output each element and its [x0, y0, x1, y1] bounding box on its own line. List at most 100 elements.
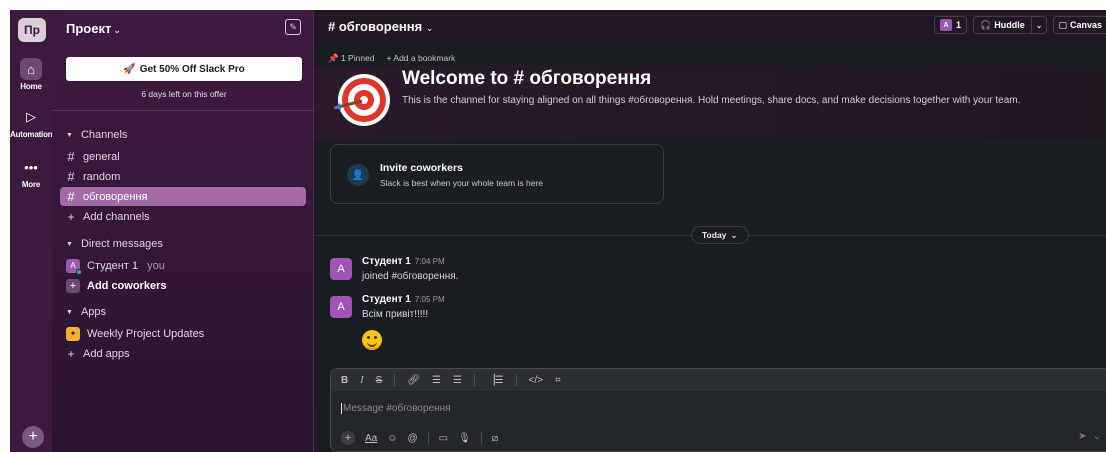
message-time[interactable]: 7:05 PM: [415, 295, 445, 304]
add-channels-button[interactable]: + Add channels: [60, 207, 306, 226]
send-icon[interactable]: ➤: [1078, 431, 1086, 442]
add-apps-button[interactable]: + Add apps: [60, 344, 306, 363]
message-time[interactable]: 7:04 PM: [415, 257, 445, 266]
rail-more[interactable]: ••• More: [10, 156, 52, 190]
target-icon: [333, 74, 390, 126]
date-divider-label: Today: [702, 230, 727, 240]
rail-automations-label: Automations: [10, 130, 57, 139]
caret-down-icon: ▼: [66, 240, 73, 248]
strikethrough-button[interactable]: S: [376, 375, 383, 386]
slack-app: Пр ⌂ Home ▷ Automations ••• More + Проек…: [10, 10, 1106, 452]
caret-down-icon: ▼: [66, 131, 73, 139]
microphone-icon[interactable]: 🎙︎: [458, 433, 471, 444]
message-author: Студент 1 7:04 PM: [362, 256, 445, 267]
toolbar-separator: [480, 432, 482, 444]
shortcuts-icon[interactable]: ⧄: [492, 433, 498, 444]
avatar: A: [940, 19, 953, 31]
dm-header: Direct messages: [80, 238, 163, 250]
sidebar-item-weekly-updates[interactable]: ✦ Weekly Project Updates: [60, 324, 306, 343]
add-apps-label: Add apps: [83, 347, 130, 360]
dm-section-toggle[interactable]: ▼ Direct messages: [66, 238, 163, 250]
bold-button[interactable]: B: [341, 375, 348, 386]
apps-header: Apps: [80, 306, 107, 318]
emoji-icon[interactable]: ☺: [387, 433, 397, 444]
pin-icon: 📌: [328, 53, 339, 63]
date-divider-button[interactable]: Today ⌄: [691, 226, 749, 244]
mention-icon[interactable]: @: [407, 433, 417, 444]
invite-coworkers-card[interactable]: 👤 Invite coworkers Slack is best when yo…: [330, 144, 664, 204]
canvas-button[interactable]: ▢ Canvas: [1053, 16, 1106, 34]
workspace-name: Проект: [66, 21, 112, 36]
apps-section-toggle[interactable]: ▼ Apps: [66, 306, 106, 318]
video-icon[interactable]: ▭: [439, 433, 448, 444]
code-block-icon[interactable]: ⌗: [555, 375, 561, 386]
app-item-label: Weekly Project Updates: [87, 327, 205, 340]
workspace-name-button[interactable]: Проект ⌄: [66, 21, 121, 36]
workspace-rail: Пр ⌂ Home ▷ Automations ••• More +: [10, 10, 57, 452]
avatar[interactable]: A: [330, 258, 352, 280]
plus-icon: +: [66, 278, 80, 293]
toolbar-separator: [473, 374, 475, 386]
add-channels-label: Add channels: [83, 210, 150, 223]
chevron-down-icon: ⌄: [425, 23, 434, 33]
rail-automations[interactable]: ▷ Automations: [10, 106, 57, 139]
channels-header: Channels: [80, 129, 128, 141]
sidebar-item-general[interactable]: # general: [60, 147, 306, 166]
channel-title-button[interactable]: # обговорення ⌄: [328, 19, 433, 34]
sidebar-item-random[interactable]: # random: [60, 167, 306, 186]
header-actions: A 1 🎧 Huddle ⌄ ▢ Canvas: [934, 16, 1106, 34]
link-icon[interactable]: 🔗︎: [407, 375, 420, 386]
author-name[interactable]: Студент 1: [362, 256, 411, 267]
add-bookmark-button[interactable]: + Add a bookmark: [387, 53, 456, 64]
ordered-list-icon[interactable]: ☰: [432, 375, 441, 386]
welcome-title: Welcome to # обговорення: [402, 68, 652, 89]
attach-plus-icon[interactable]: +: [341, 431, 355, 445]
chevron-down-icon: ⌄: [1035, 20, 1043, 30]
huddle-button[interactable]: 🎧 Huddle: [974, 17, 1032, 33]
chevron-down-icon[interactable]: ⌄: [1093, 431, 1101, 442]
huddle-options-button[interactable]: ⌄: [1032, 21, 1047, 30]
hash-icon: #: [67, 169, 75, 184]
compose-button[interactable]: ✎: [285, 19, 301, 35]
avatar: A: [66, 258, 82, 275]
play-icon: ▷: [26, 109, 36, 124]
toolbar-separator: [394, 374, 396, 386]
author-name[interactable]: Студент 1: [362, 294, 411, 305]
blockquote-icon[interactable]: ▕☰: [487, 375, 504, 386]
channel-label: random: [83, 170, 121, 183]
plus-icon: +: [67, 346, 75, 361]
avatar[interactable]: A: [330, 296, 352, 318]
huddle-label: Huddle: [994, 20, 1025, 30]
avatar-letter: A: [70, 261, 76, 270]
message-author: Студент 1 7:05 PM: [362, 294, 445, 305]
sidebar-item-dm-student[interactable]: A Студент 1 you: [60, 256, 306, 275]
message-input[interactable]: [341, 403, 1041, 414]
caret-down-icon: ▼: [66, 308, 73, 316]
plus-icon: +: [67, 209, 75, 224]
headphones-icon: 🎧: [980, 19, 992, 30]
text-style-button[interactable]: Aa: [365, 433, 377, 444]
channel-view: # обговорення ⌄ A 1 🎧 Huddle ⌄ ▢ Canvas 📌…: [314, 10, 1106, 452]
member-count: 1: [956, 20, 962, 30]
formatting-toolbar: B I S 🔗︎ ☰ ☰ ▕☰ </> ⌗: [331, 369, 1106, 391]
send-controls: ➤ ⌄: [1078, 431, 1101, 442]
sidebar-item-obhovorennia[interactable]: # обговорення: [60, 187, 306, 206]
message-composer: B I S 🔗︎ ☰ ☰ ▕☰ </> ⌗ + Aa ☺ @ ▭: [330, 368, 1106, 452]
bulleted-list-icon[interactable]: ☰: [453, 375, 462, 386]
italic-button[interactable]: I: [360, 375, 363, 386]
channel-label: обговорення: [83, 190, 148, 203]
add-coworkers-button[interactable]: + Add coworkers: [60, 276, 306, 295]
dm-user-name: Студент 1: [87, 259, 139, 272]
you-label: you: [147, 259, 165, 272]
code-icon[interactable]: </>: [529, 375, 543, 386]
add-workspace-button[interactable]: +: [22, 426, 44, 448]
rail-more-label: More: [21, 180, 41, 189]
pinned-button[interactable]: 📌 1 Pinned: [328, 53, 375, 64]
rocket-icon: 🚀: [123, 63, 136, 75]
members-button[interactable]: A 1: [934, 16, 968, 34]
channels-section-toggle[interactable]: ▼ Channels: [66, 129, 127, 141]
promo-button[interactable]: 🚀 Get 50% Off Slack Pro: [66, 57, 302, 81]
rail-home[interactable]: ⌂ Home: [10, 58, 52, 91]
invite-subtitle: Slack is best when your whole team is he…: [380, 178, 543, 188]
workspace-switcher[interactable]: Пр: [18, 18, 46, 42]
